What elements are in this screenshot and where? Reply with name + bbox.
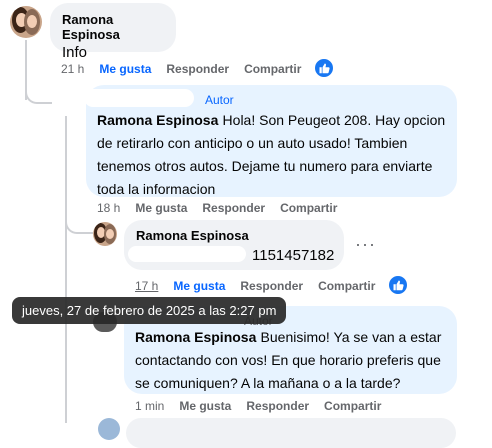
reply-button[interactable]: Responder — [246, 399, 309, 413]
redacted-mention — [128, 246, 246, 262]
comment-text: 1151457182 — [252, 247, 335, 264]
comment-author[interactable]: Ramona Espinosa — [135, 329, 256, 345]
redacted-name — [84, 89, 194, 107]
comment-timestamp[interactable]: 17 h — [135, 279, 158, 293]
comment-timestamp[interactable]: 21 h — [61, 62, 84, 76]
reply-button[interactable]: Responder — [166, 62, 229, 76]
avatar[interactable] — [98, 418, 120, 440]
like-icon[interactable] — [314, 58, 334, 78]
thread-line-replies — [65, 102, 67, 423]
reply-button[interactable]: Responder — [240, 279, 303, 293]
more-icon[interactable]: ··· — [355, 234, 376, 255]
redacted-avatar — [52, 90, 84, 116]
comment-actions: 17 h Me gusta Responder Compartir — [135, 279, 390, 293]
comment-timestamp[interactable]: 18 h — [97, 201, 120, 215]
like-button[interactable]: Me gusta — [173, 279, 225, 293]
comment-author[interactable]: Ramona Espinosa — [62, 12, 164, 42]
like-button[interactable]: Me gusta — [99, 62, 151, 76]
comment-actions: 1 min Me gusta Responder Compartir — [135, 399, 396, 413]
share-button[interactable]: Compartir — [244, 62, 301, 76]
avatar[interactable] — [93, 222, 117, 246]
share-button[interactable]: Compartir — [324, 399, 381, 413]
timestamp-tooltip: jueves, 27 de febrero de 2025 a las 2:27… — [12, 297, 287, 324]
comment-text: Ramona Espinosa Hola! Son Peugeot 208. H… — [97, 109, 446, 201]
like-icon[interactable] — [388, 275, 408, 295]
comment-bubble: Ramona Espinosa 1151457182 — [124, 220, 344, 270]
avatar[interactable] — [10, 6, 42, 38]
comment-actions: 21 h Me gusta Responder Compartir — [61, 62, 316, 76]
comment-text: Info — [62, 44, 88, 61]
comment-actions: 18 h Me gusta Responder Compartir — [97, 201, 352, 215]
like-button[interactable]: Me gusta — [135, 201, 187, 215]
thread-connector-reply-2 — [65, 214, 93, 234]
share-button[interactable]: Compartir — [318, 279, 375, 293]
share-button[interactable]: Compartir — [280, 201, 337, 215]
like-button[interactable]: Me gusta — [179, 399, 231, 413]
reply-button[interactable]: Responder — [202, 201, 265, 215]
comment-timestamp[interactable]: 1 min — [135, 399, 164, 413]
comment-author[interactable]: Ramona Espinosa — [97, 112, 218, 128]
comment-bubble: Ramona Espinosa Info — [50, 3, 176, 61]
comment-author[interactable]: Ramona Espinosa — [136, 228, 332, 243]
author-badge: Autor — [205, 93, 234, 107]
comment-text: Ramona Espinosa Buenisimo! Ya se van a e… — [135, 326, 446, 395]
